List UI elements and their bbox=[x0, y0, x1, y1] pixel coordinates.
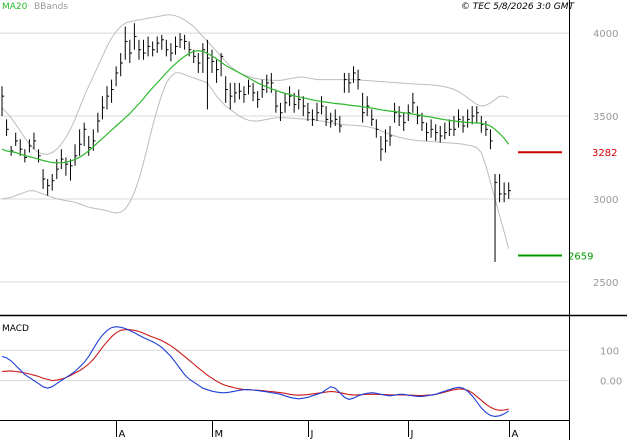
price-tick-label: 2500 bbox=[593, 278, 618, 289]
bb-lower-line bbox=[1, 72, 510, 249]
price-tick-label: 4000 bbox=[593, 29, 618, 40]
macd-panel-title: MACD bbox=[2, 324, 29, 334]
bbands-layer bbox=[1, 14, 510, 249]
ma20-legend-label: MA20 bbox=[2, 2, 28, 12]
support-level-label: 2659 bbox=[568, 251, 593, 262]
month-label: A bbox=[119, 429, 126, 440]
macd-tick-label: 0.00 bbox=[600, 377, 622, 388]
price-tick-label: 3000 bbox=[593, 195, 618, 206]
month-label: J bbox=[410, 429, 414, 440]
stock-chart: MA20 BBands © TEC 5/8/2026 3:0 GMT MACD … bbox=[0, 0, 627, 440]
ma20-line bbox=[1, 49, 510, 164]
month-label: A bbox=[512, 429, 519, 440]
month-label: M bbox=[215, 429, 224, 440]
macd-tick-label: 100 bbox=[600, 346, 619, 357]
copyright-label: © TEC 5/8/2026 3:0 GMT bbox=[461, 2, 576, 12]
chart-canvas: MA20 BBands © TEC 5/8/2026 3:0 GMT MACD … bbox=[0, 0, 627, 440]
month-label: J bbox=[310, 429, 314, 440]
resistance-level-label: 3282 bbox=[592, 148, 617, 159]
bb-upper-line bbox=[1, 14, 509, 155]
price-bars-layer bbox=[1, 23, 511, 262]
axes-layer: 2500 3000 3500 4000 0.00 100 A M J J A bbox=[0, 0, 627, 440]
macd-signal-line bbox=[1, 329, 509, 411]
grid-layer bbox=[0, 32, 569, 382]
macd-layer bbox=[1, 326, 510, 417]
price-tick-label: 3500 bbox=[593, 112, 618, 123]
bbands-legend-label: BBands bbox=[34, 2, 68, 12]
ma20-layer bbox=[1, 49, 510, 164]
